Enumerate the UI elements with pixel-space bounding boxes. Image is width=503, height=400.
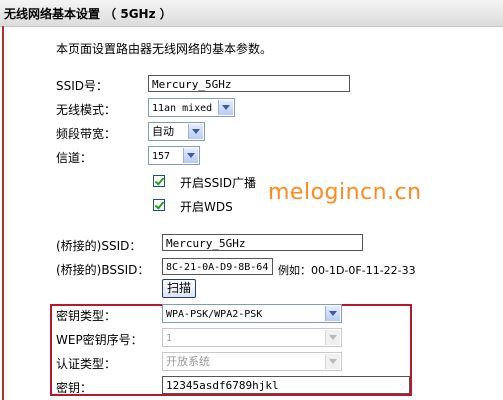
key-input[interactable]: 12345asdf6789hjkl	[162, 376, 410, 394]
ssid-label: SSID号：	[56, 79, 109, 93]
wireless-mode-value: 11an mixed	[152, 103, 213, 114]
channel-select[interactable]: 157	[148, 146, 200, 165]
wep-key-index-label: WEP密钥序号：	[56, 333, 143, 347]
chevron-down-icon[interactable]	[325, 330, 340, 345]
wireless-mode-label: 无线模式：	[56, 103, 117, 117]
key-type-select[interactable]: WPA-PSK/WPA2-PSK	[162, 304, 342, 323]
bridge-bssid-input[interactable]: 8C-21-0A-D9-8B-64	[162, 258, 273, 275]
auth-type-value: 开放系统	[166, 355, 210, 368]
bridge-ssid-input[interactable]: Mercury_5GHz	[162, 234, 363, 251]
chevron-down-icon[interactable]	[218, 100, 233, 115]
wds-label: 开启WDS	[180, 200, 233, 214]
chevron-down-icon[interactable]	[183, 148, 198, 163]
wireless-mode-select[interactable]: 11an mixed	[148, 98, 235, 117]
wds-checkbox[interactable]	[153, 199, 165, 211]
auth-type-select[interactable]: 开放系统	[162, 352, 342, 371]
panel-title-bar: 无线网络基本设置 （ 5GHz ）	[0, 0, 503, 27]
bssid-example-hint: 例如：00-1D-0F-11-22-33	[278, 264, 416, 277]
page-description: 本页面设置路由器无线网络的基本参数。	[56, 42, 273, 56]
wep-key-index-select[interactable]: 1	[162, 328, 342, 347]
ssid-input[interactable]: Mercury_5GHz	[148, 75, 350, 92]
key-type-label: 密钥类型：	[56, 309, 117, 323]
bridge-ssid-label: (桥接的)SSID：	[56, 239, 142, 253]
router-settings-page: 无线网络基本设置 （ 5GHz ） 本页面设置路由器无线网络的基本参数。 SSI…	[0, 0, 503, 400]
ssid-broadcast-label: 开启SSID广播	[180, 176, 257, 190]
auth-type-label: 认证类型：	[56, 357, 117, 371]
watermark-text: melogincn.cn	[268, 180, 422, 205]
wep-key-index-value: 1	[166, 333, 173, 344]
channel-label: 信道：	[56, 151, 93, 165]
key-type-value: WPA-PSK/WPA2-PSK	[166, 309, 263, 320]
scan-button[interactable]: 扫描	[162, 279, 196, 298]
key-label: 密钥：	[56, 381, 93, 395]
chevron-down-icon[interactable]	[188, 124, 203, 139]
channel-value: 157	[152, 151, 171, 162]
bandwidth-select[interactable]: 自动	[148, 122, 205, 141]
bandwidth-value: 自动	[152, 125, 174, 138]
chevron-down-icon[interactable]	[325, 306, 340, 321]
bandwidth-label: 频段带宽：	[56, 127, 117, 141]
ssid-broadcast-checkbox[interactable]	[153, 175, 165, 187]
chevron-down-icon[interactable]	[325, 354, 340, 369]
bridge-bssid-label: (桥接的)BSSID：	[56, 263, 150, 277]
left-border	[2, 26, 4, 400]
panel-title: 无线网络基本设置 （ 5GHz ）	[4, 7, 172, 21]
